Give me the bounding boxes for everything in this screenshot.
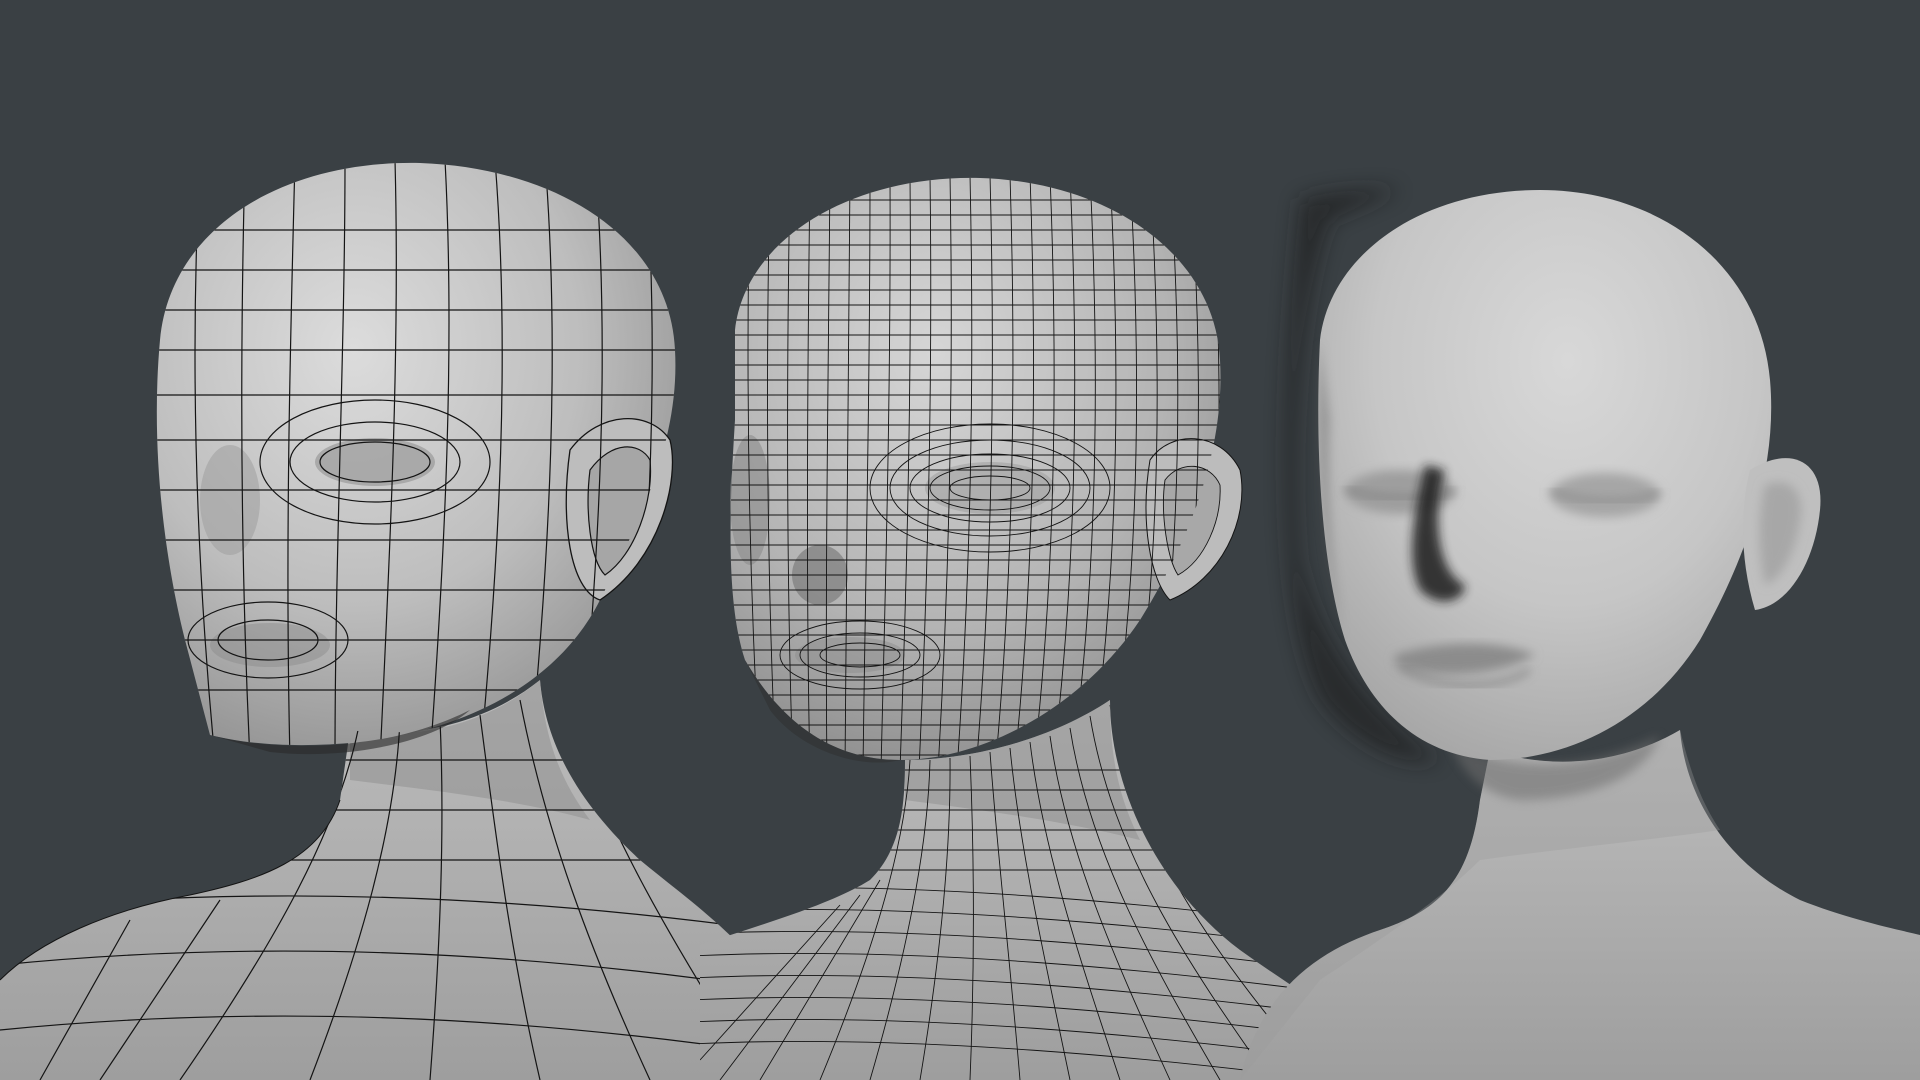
viewport-render [0, 0, 1920, 1080]
render-canvas [0, 0, 1920, 1080]
